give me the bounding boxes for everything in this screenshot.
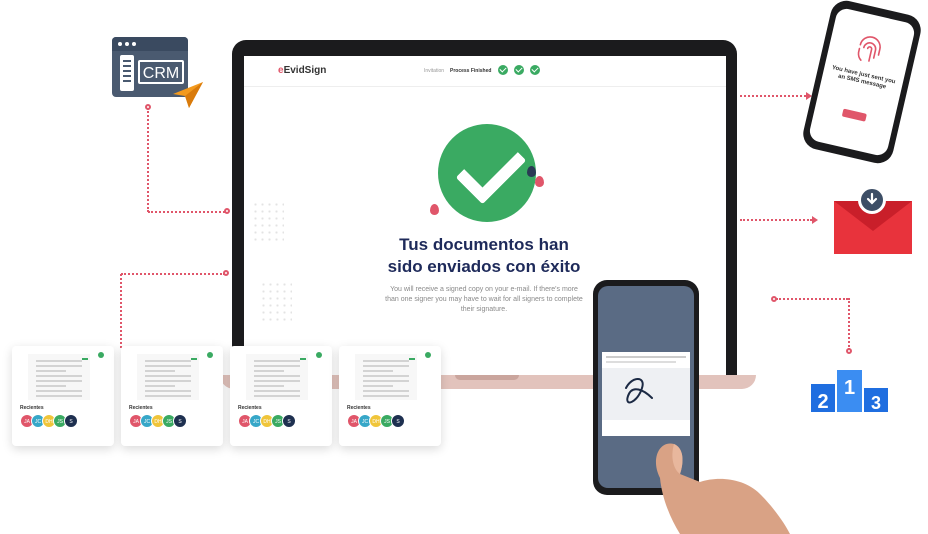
step-check-icon [498, 65, 508, 75]
connector-crm-vertical [147, 108, 149, 212]
status-dot-icon [98, 352, 104, 358]
step-invitation-label: Invitation [424, 68, 445, 74]
cursor-arrow-icon [173, 82, 203, 108]
crm-document-icon [120, 55, 134, 91]
balloon-icon [527, 166, 536, 177]
document-card[interactable]: Recientes JA JC DH JS S [12, 346, 114, 446]
status-dot-icon [316, 352, 322, 358]
podium-second: 2 [817, 391, 828, 412]
connector-cards-vertical [120, 274, 122, 348]
decorative-dots [260, 281, 292, 325]
connector-node [223, 270, 229, 276]
success-check-icon [438, 124, 536, 222]
signature-stroke [625, 378, 653, 404]
status-mark [82, 358, 88, 360]
document-preview [355, 354, 417, 400]
avatar: S [282, 414, 296, 428]
card-label: Recientes [129, 405, 153, 411]
balloon-icon [535, 176, 544, 187]
sms-phone-screen: You have just sent you an SMS message [807, 6, 917, 158]
connector-node [224, 208, 230, 214]
status-mark [409, 358, 415, 360]
crm-window-bar [112, 37, 188, 51]
connector-arrow [812, 216, 818, 224]
avatar: S [173, 414, 187, 428]
status-mark [191, 358, 197, 360]
success-title: Tus documentos han sido enviados con éxi… [387, 235, 581, 276]
sms-message: You have just sent you an SMS message [831, 64, 896, 91]
connector-cards-horizontal [121, 273, 225, 275]
card-label: Recientes [347, 405, 371, 411]
document-preview [28, 354, 90, 400]
connector-sms [740, 95, 806, 97]
status-dot-icon [207, 352, 213, 358]
step-check-icon [530, 65, 540, 75]
avatar: S [64, 414, 78, 428]
connector-podium-horizontal [776, 298, 848, 300]
step-finished-label: Process Finished [450, 68, 492, 74]
app-header: eEvidSign Invitation Process Finished [244, 56, 726, 87]
fingerprint-icon [857, 36, 881, 62]
connector-node [145, 104, 151, 110]
sms-phone: You have just sent you an SMS message [800, 0, 924, 167]
avatar: S [391, 414, 405, 428]
evidsign-logo[interactable]: eEvidSign [278, 65, 326, 76]
document-card[interactable]: Recientes JA JC DH JS S [230, 346, 332, 446]
balloon-icon [430, 204, 439, 215]
laptop-notch [455, 375, 519, 380]
document-preview [137, 354, 199, 400]
connector-node [846, 348, 852, 354]
signature-canvas[interactable] [602, 368, 690, 420]
connector-podium-vertical [848, 298, 850, 350]
connector-crm-horizontal [148, 211, 228, 213]
sms-button[interactable] [841, 108, 867, 122]
status-dot-icon [425, 352, 431, 358]
status-mark [300, 358, 306, 360]
card-label: Recientes [20, 405, 44, 411]
download-icon [858, 186, 886, 214]
document-preview [246, 354, 308, 400]
podium-first: 1 [844, 377, 855, 399]
card-label: Recientes [238, 405, 262, 411]
document-card[interactable]: Recientes JA JC DH JS S [121, 346, 223, 446]
success-message: You will receive a signed copy on your e… [385, 286, 583, 313]
document-card[interactable]: Recientes JA JC DH JS S [339, 346, 441, 446]
connector-mail [740, 219, 812, 221]
hand-image [655, 443, 790, 534]
step-check-icon [514, 65, 524, 75]
ranking-podium-icon: 2 1 3 [811, 370, 888, 412]
podium-third: 3 [871, 393, 881, 412]
decorative-dots [252, 201, 284, 245]
